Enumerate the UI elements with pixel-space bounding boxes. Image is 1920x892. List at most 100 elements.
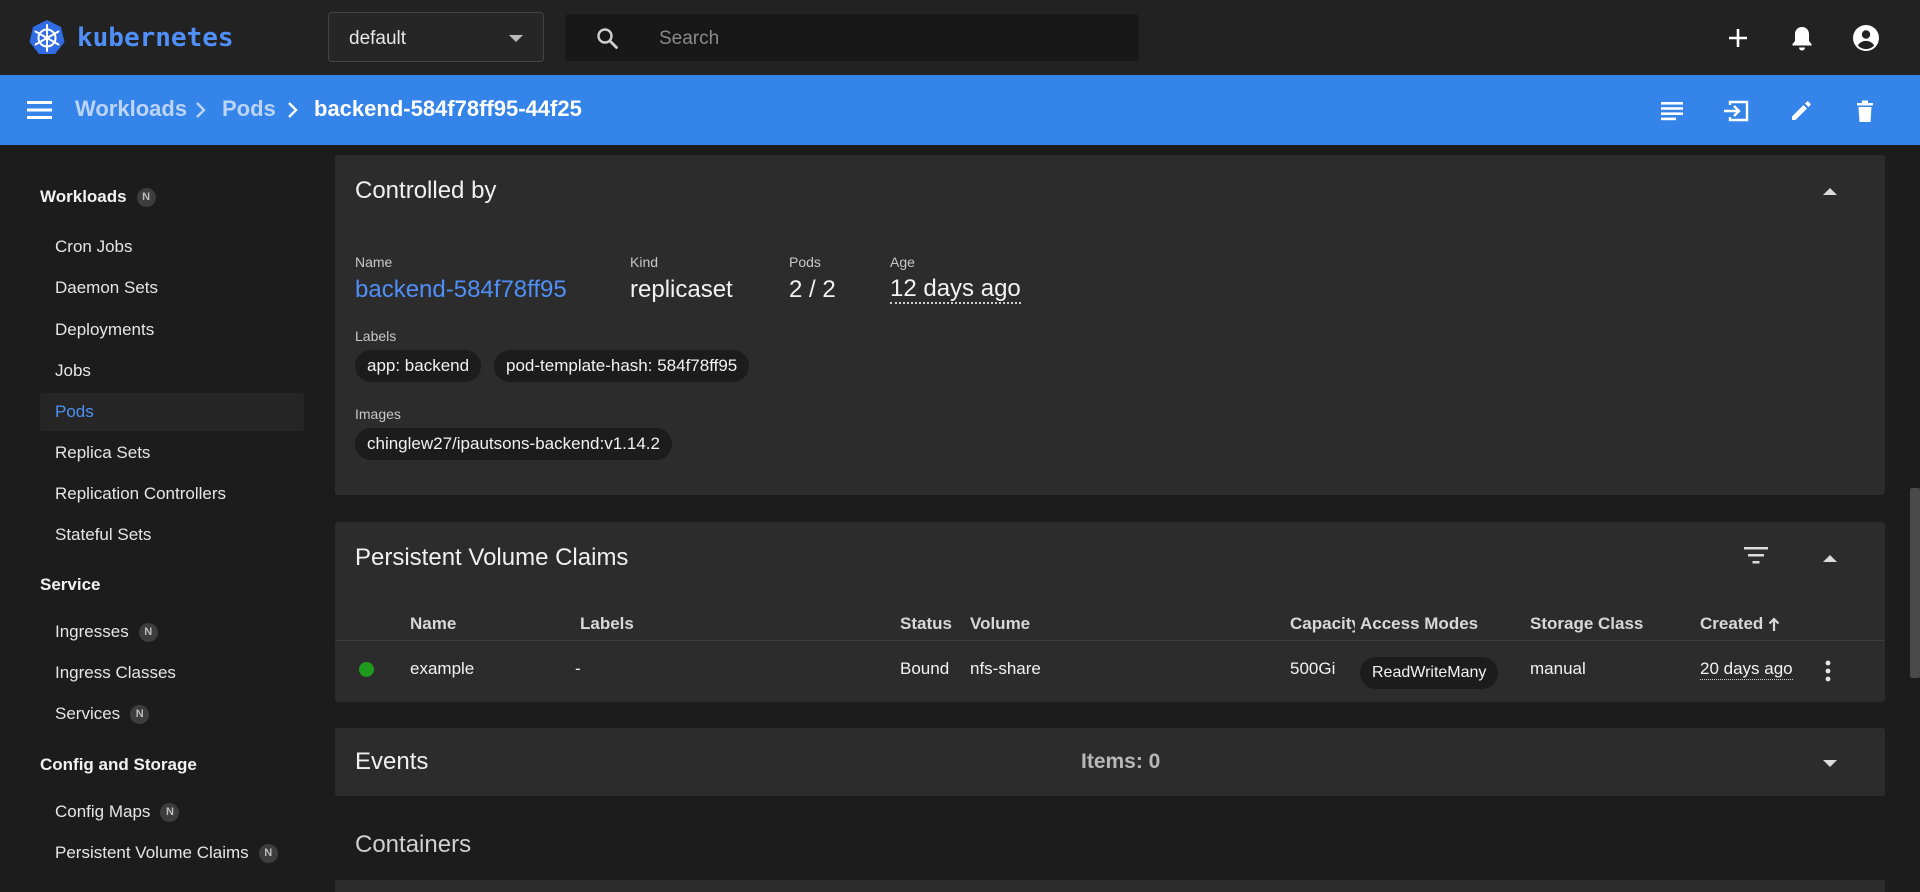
sidebar-item-config-maps[interactable]: Config Maps N — [40, 793, 304, 831]
edit-icon[interactable] — [1786, 96, 1816, 126]
column-header-labels[interactable]: Labels — [580, 614, 634, 634]
sidebar-item-persistent-volume-claims[interactable]: Persistent Volume Claims N — [40, 834, 304, 872]
sidebar-item-deployments[interactable]: Deployments — [40, 311, 304, 349]
sidebar-item-jobs[interactable]: Jobs — [40, 352, 304, 390]
namespace-value: default — [349, 28, 407, 49]
sidebar-group-label: Service — [40, 575, 101, 594]
filter-icon[interactable] — [1743, 545, 1769, 565]
collapse-icon[interactable] — [1823, 555, 1837, 562]
expand-icon[interactable] — [1823, 760, 1837, 767]
events-card[interactable]: Events Items: 0 — [335, 728, 1885, 796]
column-header-created[interactable]: Created — [1700, 614, 1763, 634]
owner-age[interactable]: 12 days ago — [890, 276, 1021, 304]
pvc-volume-link[interactable]: nfs-share — [970, 659, 1041, 679]
plus-icon[interactable] — [1722, 22, 1754, 54]
kubernetes-logo[interactable]: kubernetes — [27, 18, 234, 58]
new-badge: N — [136, 187, 156, 207]
bell-icon[interactable] — [1786, 22, 1818, 54]
owner-pods: 2 / 2 — [789, 276, 836, 303]
sidebar-item-label: Deployments — [55, 320, 155, 339]
column-header-storage-class[interactable]: Storage Class — [1530, 614, 1643, 634]
top-bar: kubernetes default — [0, 0, 1920, 75]
more-vert-icon[interactable] — [1825, 660, 1831, 682]
card-title: Controlled by — [355, 177, 497, 204]
breadcrumb-pods[interactable]: Pods — [222, 96, 276, 122]
sidebar-item-ingress-classes[interactable]: Ingress Classes — [40, 654, 304, 692]
owner-kind: replicaset — [630, 276, 733, 303]
status-dot — [359, 662, 374, 677]
sidebar-item-pods[interactable]: Pods — [40, 393, 304, 431]
sidebar-item-daemon-sets[interactable]: Daemon Sets — [40, 269, 304, 307]
sidebar-item-stateful-sets[interactable]: Stateful Sets — [40, 516, 304, 554]
chevron-right-icon — [288, 102, 298, 118]
sidebar-item-cron-jobs[interactable]: Cron Jobs — [40, 228, 304, 266]
search-icon — [597, 28, 618, 49]
sidebar-item-label: Replica Sets — [55, 443, 151, 462]
field-label: Kind — [630, 254, 659, 270]
access-mode-chip: ReadWriteMany — [1360, 657, 1499, 689]
pvc-name-link[interactable]: example — [410, 659, 474, 679]
card-title: Persistent Volume Claims — [355, 544, 629, 571]
card-title: Events — [355, 748, 429, 775]
search-box[interactable] — [565, 14, 1139, 63]
section-title-containers: Containers — [355, 831, 472, 858]
new-badge: N — [130, 704, 150, 724]
sidebar-item-label: Stateful Sets — [55, 525, 152, 544]
delete-icon[interactable] — [1850, 96, 1880, 126]
sidebar-item-label: Daemon Sets — [55, 278, 158, 297]
sidebar-item-ingresses[interactable]: Ingresses N — [40, 613, 304, 651]
menu-icon[interactable] — [26, 97, 54, 123]
new-badge: N — [160, 802, 180, 822]
column-header-status[interactable]: Status — [900, 614, 952, 634]
sidebar-group-workloads[interactable]: Workloads N — [40, 187, 156, 207]
column-header-volume[interactable]: Volume — [970, 614, 1030, 634]
sidebar-item-label: Persistent Volume Claims — [55, 843, 249, 862]
sidebar-group-config-storage[interactable]: Config and Storage — [40, 755, 197, 775]
sidebar-item-label: Ingresses — [55, 622, 129, 641]
label-chip: app: backend — [355, 350, 482, 382]
app-name: kubernetes — [77, 23, 234, 53]
chevron-right-icon — [196, 102, 206, 118]
page-title: backend-584f78ff95-44f25 — [314, 96, 582, 121]
image-chip: chinglew27/ipautsons-backend:v1.14.2 — [355, 428, 672, 460]
sidebar-item-replication-controllers[interactable]: Replication Controllers — [40, 475, 304, 513]
sidebar-item-services[interactable]: Services N — [40, 695, 304, 733]
pvc-labels: - — [575, 659, 581, 678]
field-label: Labels — [355, 328, 397, 344]
collapse-icon[interactable] — [1823, 188, 1837, 195]
events-count: Items: 0 — [1081, 750, 1161, 773]
pvc-storage-class: manual — [1530, 659, 1586, 678]
label-chip: pod-template-hash: 584f78ff95 — [494, 350, 750, 382]
new-badge: N — [138, 622, 158, 642]
owner-name-link[interactable]: backend-584f78ff95 — [355, 276, 567, 304]
logs-icon[interactable] — [1657, 96, 1687, 126]
pvc-card: Persistent Volume Claims Name Labels Sta… — [335, 522, 1885, 702]
pvc-created[interactable]: 20 days ago — [1700, 659, 1793, 680]
header-bar: Workloads Pods backend-584f78ff95-44f25 — [0, 75, 1920, 145]
sidebar-item-label: Config Maps — [55, 802, 151, 821]
pvc-status: Bound — [900, 659, 950, 678]
sidebar-item-label: Jobs — [55, 361, 91, 380]
sidebar-group-service[interactable]: Service — [40, 575, 101, 595]
field-label: Age — [890, 254, 915, 270]
sidebar-group-label: Config and Storage — [40, 755, 197, 774]
caret-down-icon — [509, 35, 523, 42]
sort-ascending-icon[interactable] — [1767, 616, 1781, 632]
column-header-access-modes[interactable]: Access Modes — [1360, 614, 1478, 634]
new-badge: N — [258, 843, 278, 863]
containers-card — [335, 880, 1885, 892]
breadcrumb-workloads[interactable]: Workloads — [75, 96, 187, 122]
field-label: Name — [355, 254, 393, 270]
namespace-select[interactable]: default — [328, 12, 544, 62]
column-header-name[interactable]: Name — [410, 614, 456, 634]
field-label: Images — [355, 406, 401, 422]
account-icon[interactable] — [1850, 22, 1882, 54]
row-divider — [335, 640, 1885, 641]
column-header-capacity[interactable]: Capacity — [1290, 614, 1355, 634]
search-input[interactable] — [657, 14, 1121, 63]
sidebar-item-replica-sets[interactable]: Replica Sets — [40, 434, 304, 472]
exec-icon[interactable] — [1721, 96, 1751, 126]
sidebar-item-label: Replication Controllers — [55, 484, 227, 503]
sidebar-group-label: Workloads — [40, 187, 127, 206]
scrollbar-thumb[interactable] — [1910, 488, 1920, 678]
